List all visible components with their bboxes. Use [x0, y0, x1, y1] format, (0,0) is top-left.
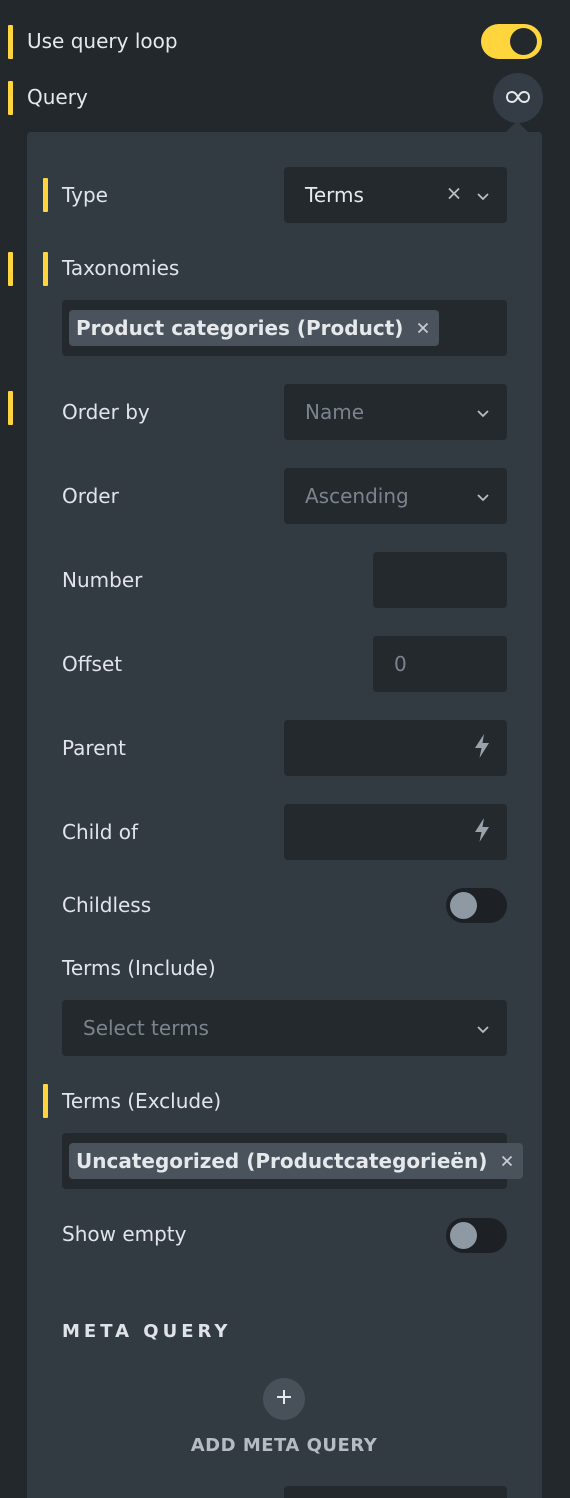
offset-label: Offset [62, 652, 123, 676]
order-by-select[interactable]: Name [284, 384, 507, 440]
type-label: Type [62, 183, 108, 207]
order-label: Order [62, 484, 119, 508]
bolt-icon[interactable] [473, 733, 491, 763]
toggle-knob [450, 892, 477, 919]
query-label: Query [27, 85, 88, 109]
use-query-loop-toggle[interactable] [481, 24, 542, 59]
panel-pointer [506, 121, 528, 132]
chevron-down-icon [477, 487, 489, 506]
type-select[interactable]: Terms [284, 167, 507, 223]
taxonomy-tag-label: Product categories (Product) [76, 316, 404, 340]
child-of-label: Child of [62, 820, 139, 844]
set-indicator [8, 25, 13, 59]
set-indicator [8, 391, 13, 425]
remove-tag-icon[interactable] [501, 1155, 513, 1167]
set-indicator [43, 1084, 48, 1118]
excluded-term-tag-label: Uncategorized (Productcategorieën) [76, 1149, 488, 1173]
remove-tag-icon[interactable] [417, 322, 429, 334]
add-meta-query-label[interactable]: ADD META QUERY [62, 1435, 506, 1456]
toggle-knob [450, 1222, 477, 1249]
add-meta-query-button[interactable] [263, 1378, 305, 1420]
meta-query-heading: META QUERY [62, 1321, 232, 1342]
order-by-placeholder: Name [305, 400, 365, 424]
parent-label: Parent [62, 736, 127, 760]
query-loop-button[interactable] [493, 73, 543, 123]
terms-include-placeholder: Select terms [83, 1016, 209, 1040]
set-indicator [43, 252, 48, 286]
childless-toggle[interactable] [446, 888, 507, 923]
order-select[interactable]: Ascending [284, 468, 507, 524]
childless-label: Childless [62, 893, 152, 917]
toggle-knob [510, 28, 537, 55]
order-placeholder: Ascending [305, 484, 409, 508]
chevron-down-icon [477, 1019, 489, 1038]
terms-include-select[interactable]: Select terms [62, 1000, 507, 1056]
excluded-term-tag: Uncategorized (Productcategorieën) [69, 1143, 524, 1179]
chevron-down-icon [477, 403, 489, 422]
next-field[interactable] [284, 1486, 507, 1498]
taxonomies-label: Taxonomies [62, 256, 180, 280]
number-label: Number [62, 568, 143, 592]
clear-icon[interactable] [447, 186, 461, 205]
set-indicator [43, 178, 48, 212]
offset-input[interactable]: 0 [373, 636, 507, 692]
taxonomy-tag: Product categories (Product) [69, 310, 440, 346]
infinity-icon [505, 89, 531, 108]
use-query-loop-label: Use query loop [27, 29, 178, 53]
show-empty-toggle[interactable] [446, 1218, 507, 1253]
number-input[interactable] [373, 552, 507, 608]
set-indicator [8, 252, 13, 286]
order-by-label: Order by [62, 400, 150, 424]
parent-input[interactable] [284, 720, 507, 776]
child-of-input[interactable] [284, 804, 507, 860]
bolt-icon[interactable] [473, 817, 491, 847]
type-value: Terms [305, 183, 364, 207]
terms-include-label: Terms (Include) [62, 956, 216, 980]
plus-icon [276, 1389, 292, 1409]
terms-exclude-label: Terms (Exclude) [62, 1089, 222, 1113]
offset-placeholder: 0 [394, 652, 407, 676]
show-empty-label: Show empty [62, 1222, 187, 1246]
set-indicator [8, 81, 13, 115]
chevron-down-icon [477, 186, 489, 205]
